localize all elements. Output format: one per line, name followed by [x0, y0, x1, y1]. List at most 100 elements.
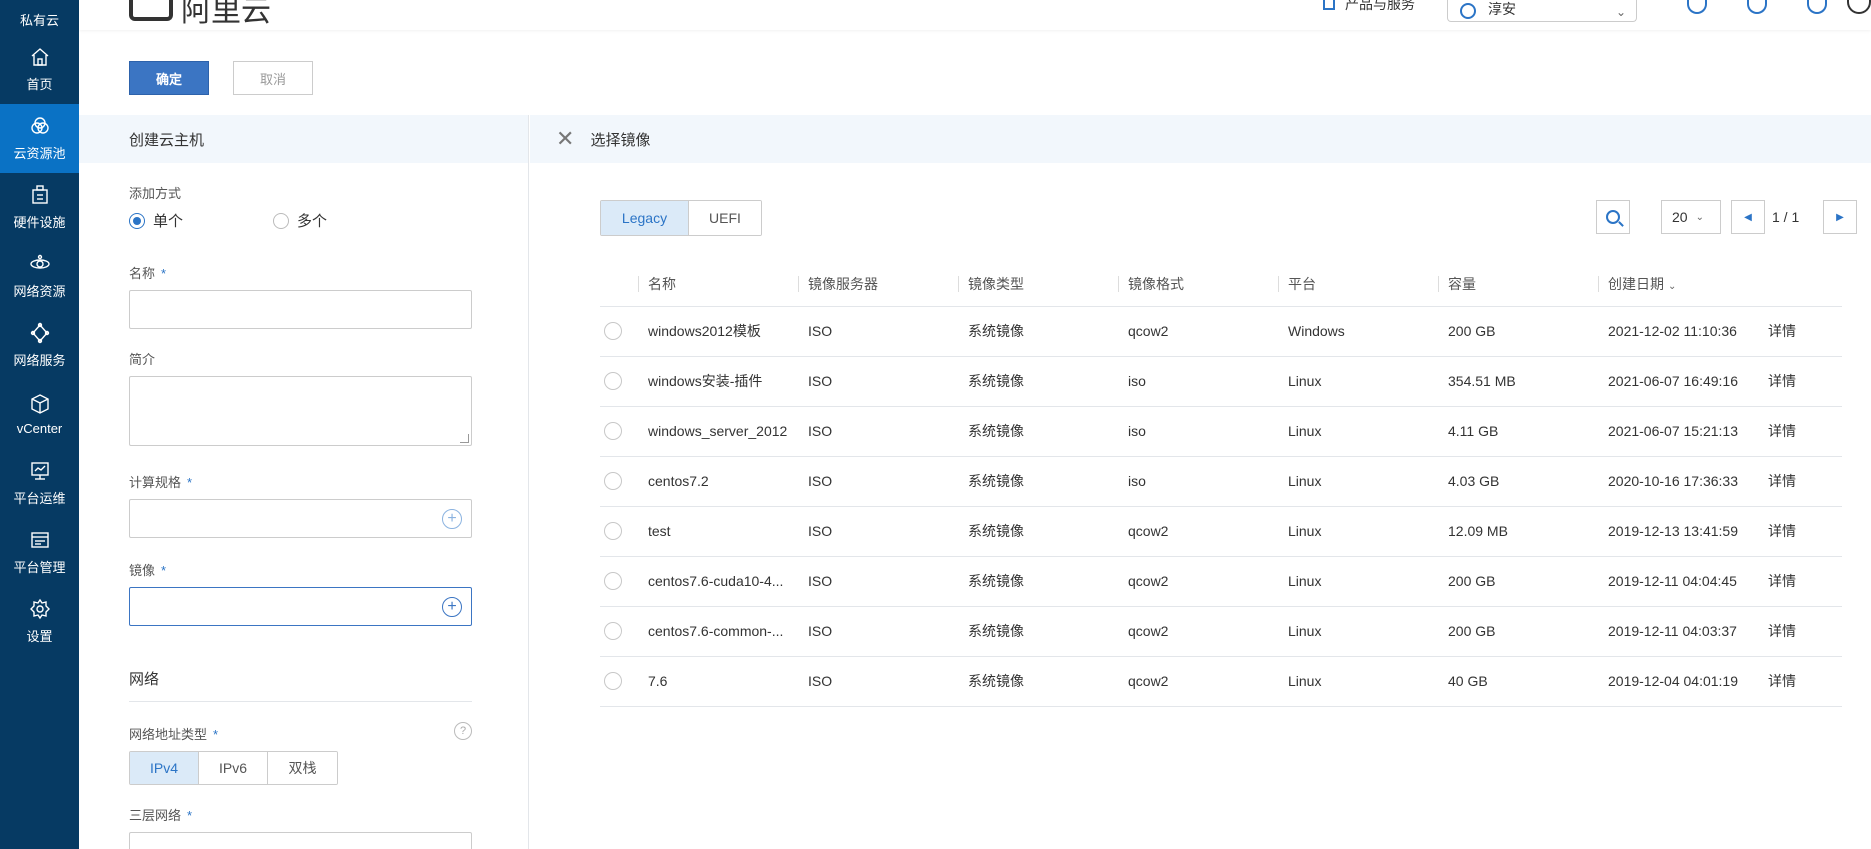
sidebar-item-platform-ops[interactable]: 平台运维 — [0, 449, 79, 518]
table-row[interactable]: windows安装-插件 ISO 系统镜像 iso Linux 354.51 M… — [600, 356, 1842, 407]
create-vm-form: 添加方式 单个 多个 名称 * 简介 计算规格 * + 镜像 * + 网络 网络地址类… — [79, 183, 528, 849]
add-circle-icon[interactable]: + — [442, 509, 462, 529]
confirm-button[interactable]: 确定 — [129, 61, 209, 95]
row-select[interactable] — [600, 656, 638, 707]
name-input[interactable] — [129, 290, 472, 329]
table-row[interactable]: centos7.2 ISO 系统镜像 iso Linux 4.03 GB 202… — [600, 456, 1842, 507]
spec-label-text: 计算规格 — [129, 475, 182, 490]
col-server[interactable]: 镜像服务器 — [798, 263, 958, 307]
col-size[interactable]: 容量 — [1438, 263, 1598, 307]
cancel-button[interactable]: 取消 — [233, 61, 313, 95]
row-select[interactable] — [600, 306, 638, 357]
table-row[interactable]: centos7.6-cuda10-4... ISO 系统镜像 qcow2 Lin… — [600, 556, 1842, 607]
management-icon — [30, 532, 49, 548]
detail-link[interactable]: 详情 — [1758, 506, 1842, 557]
addr-type-dual[interactable]: 双栈 — [268, 752, 337, 784]
detail-link[interactable]: 详情 — [1758, 306, 1842, 357]
description-label: 简介 — [129, 352, 156, 367]
col-created[interactable]: 创建日期 ⌄ — [1598, 263, 1758, 307]
clock-icon[interactable] — [1807, 0, 1827, 14]
sidebar-item-vcenter[interactable]: vCenter — [0, 380, 79, 449]
products-menu[interactable]: 产品与服务 — [1323, 0, 1415, 14]
radio-unchecked[interactable] — [604, 472, 622, 491]
radio-unchecked[interactable] — [604, 422, 622, 441]
description-textarea[interactable] — [129, 376, 472, 446]
next-page-button[interactable]: ▶ — [1823, 200, 1857, 234]
add-circle-icon[interactable]: + — [442, 597, 462, 617]
addr-type-ipv6[interactable]: IPv6 — [199, 752, 268, 784]
add-mode-multiple[interactable]: 多个 — [273, 210, 327, 231]
radio-unchecked[interactable] — [604, 672, 622, 691]
detail-link[interactable]: 详情 — [1758, 656, 1842, 707]
sidebar-item-label: 硬件设施 — [13, 215, 66, 230]
row-select[interactable] — [600, 506, 638, 557]
name-label: 名称 * — [129, 263, 528, 282]
panel-title: 创建云主机 — [79, 115, 528, 163]
radio-unchecked[interactable] — [604, 322, 622, 341]
row-select[interactable] — [600, 606, 638, 657]
col-platform[interactable]: 平台 — [1278, 263, 1438, 307]
radio-unchecked[interactable] — [604, 622, 622, 641]
detail-link[interactable]: 详情 — [1758, 606, 1842, 657]
radio-unchecked[interactable] — [604, 372, 622, 391]
table-row[interactable]: 7.6 ISO 系统镜像 qcow2 Linux 40 GB 2019-12-0… — [600, 656, 1842, 707]
radio-unchecked[interactable] — [604, 572, 622, 591]
col-size-label: 容量 — [1448, 276, 1476, 293]
cell-name: windows2012模板 — [638, 306, 798, 357]
cell-format: qcow2 — [1118, 506, 1278, 557]
spec-input[interactable]: + — [129, 499, 472, 538]
table-row[interactable]: windows2012模板 ISO 系统镜像 qcow2 Windows 200… — [600, 306, 1842, 357]
sidebar-item-network-service[interactable]: 网络服务 — [0, 311, 79, 380]
cell-size: 4.03 GB — [1438, 456, 1598, 507]
table-row[interactable]: centos7.6-common-... ISO 系统镜像 qcow2 Linu… — [600, 606, 1842, 657]
sidebar: 私有云 首页 云资源池 硬件设施 网络资源 网络服务 vCenter 平台运维 … — [0, 0, 79, 849]
cell-platform: Windows — [1278, 306, 1438, 357]
l3-network-input[interactable] — [129, 832, 472, 849]
sidebar-item-hardware[interactable]: 硬件设施 — [0, 173, 79, 242]
sidebar-item-platform-management[interactable]: 平台管理 — [0, 518, 79, 587]
avatar[interactable] — [1847, 0, 1871, 14]
page-size-select[interactable]: 20 ⌄ — [1661, 200, 1721, 234]
col-name[interactable]: 名称 — [638, 263, 798, 307]
cell-name: windows_server_2012 — [638, 406, 798, 457]
table-row[interactable]: test ISO 系统镜像 qcow2 Linux 12.09 MB 2019-… — [600, 506, 1842, 557]
col-type[interactable]: 镜像类型 — [958, 263, 1118, 307]
prev-page-button[interactable]: ◀ — [1731, 200, 1765, 234]
addr-type-ipv4[interactable]: IPv4 — [130, 752, 199, 784]
logo-text: 阿里云 — [181, 0, 271, 28]
col-format[interactable]: 镜像格式 — [1118, 263, 1278, 307]
sidebar-item-network-resource[interactable]: 网络资源 — [0, 242, 79, 311]
detail-link[interactable]: 详情 — [1758, 406, 1842, 457]
cell-server: ISO — [798, 556, 958, 607]
region-label: 淳安 — [1488, 1, 1516, 17]
chevron-down-icon: ⌄ — [1695, 211, 1704, 223]
row-select[interactable] — [600, 456, 638, 507]
row-select[interactable] — [600, 556, 638, 607]
add-mode-single[interactable]: 单个 — [129, 210, 273, 231]
sidebar-item-settings[interactable]: 设置 — [0, 587, 79, 656]
cell-size: 40 GB — [1438, 656, 1598, 707]
radio-unchecked[interactable] — [604, 522, 622, 541]
bell-icon[interactable] — [1747, 0, 1767, 14]
row-select[interactable] — [600, 406, 638, 457]
row-select[interactable] — [600, 356, 638, 407]
detail-link[interactable]: 详情 — [1758, 556, 1842, 607]
sort-down-icon[interactable]: ⌄ — [1668, 281, 1676, 292]
help-icon[interactable]: ? — [454, 722, 472, 740]
detail-link[interactable]: 详情 — [1758, 456, 1842, 507]
monitor-icon[interactable] — [1687, 0, 1707, 14]
region-select[interactable]: 淳安 ⌄ — [1447, 0, 1637, 22]
header-tools: 产品与服务 淳安 ⌄ — [1323, 0, 1871, 30]
table-row[interactable]: windows_server_2012 ISO 系统镜像 iso Linux 4… — [600, 406, 1842, 457]
required-mark: * — [161, 563, 167, 578]
boot-mode-legacy[interactable]: Legacy — [601, 201, 689, 235]
radio-unchecked[interactable] — [273, 212, 289, 229]
detail-link[interactable]: 详情 — [1758, 356, 1842, 407]
close-icon[interactable]: ✕ — [556, 128, 574, 150]
search-button[interactable] — [1596, 200, 1630, 234]
sidebar-item-home[interactable]: 首页 — [0, 35, 79, 104]
radio-checked[interactable] — [129, 212, 145, 229]
image-input[interactable]: + — [129, 587, 472, 626]
boot-mode-uefi[interactable]: UEFI — [689, 201, 761, 235]
sidebar-item-cloud-pool[interactable]: 云资源池 — [0, 104, 79, 173]
